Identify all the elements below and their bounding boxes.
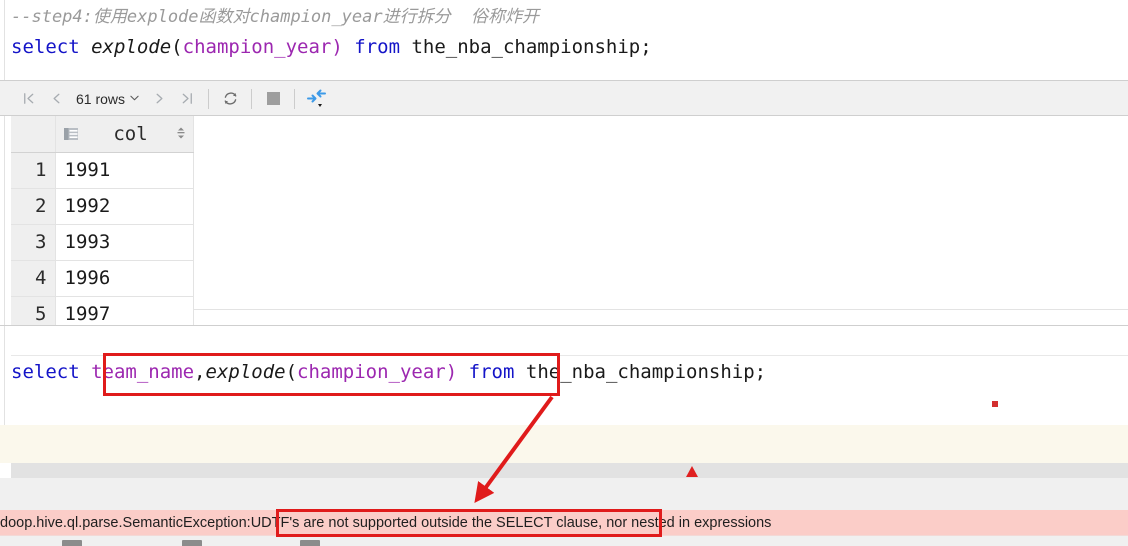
table-row[interactable]: 4 1996 <box>11 260 194 297</box>
error-text-highlighted: UDTF's are not supported outside the SEL… <box>250 514 603 531</box>
row-count-selector[interactable]: 61 rows <box>70 84 145 114</box>
space-2 <box>343 36 354 58</box>
result-toolbar: 61 rows <box>0 80 1128 116</box>
prev-page-icon[interactable] <box>42 84 70 114</box>
space-5 <box>457 361 468 383</box>
row-number-header <box>11 116 56 153</box>
next-page-icon[interactable] <box>145 84 173 114</box>
first-page-icon[interactable] <box>14 84 42 114</box>
cell-col[interactable]: 1993 <box>55 224 194 261</box>
console-gray-band <box>0 463 1128 478</box>
table-column-icon <box>63 126 80 142</box>
result-grid[interactable]: col 1 1991 2 1992 3 1993 4 1996 5 1997 <box>0 116 1128 325</box>
row-number: 5 <box>11 296 56 325</box>
column-header-label: col <box>113 122 148 145</box>
column-header-col[interactable]: col <box>55 116 194 153</box>
keyword-select-2: select <box>11 361 80 383</box>
paren-open-2: ( <box>285 361 298 383</box>
keyword-from: from <box>354 36 401 58</box>
transpose-icon[interactable] <box>302 84 332 114</box>
toolbar-separator-1 <box>208 88 210 109</box>
function-explode-2: explode <box>205 361 286 383</box>
sql-statement-line-2[interactable]: select team_name,explode(champion_year) … <box>11 361 766 383</box>
cell-col[interactable]: 1991 <box>55 152 194 189</box>
sql-editor-top[interactable]: --step4:使用explode函数对champion_year进行拆分 俗称… <box>0 0 1128 80</box>
toolbar-separator-3 <box>294 88 296 109</box>
table-row[interactable]: 5 1997 <box>11 296 194 325</box>
row-number: 3 <box>11 224 56 261</box>
error-message-bar[interactable]: doop.hive.ql.parse.SemanticException: UDT… <box>0 510 1128 535</box>
table-body: 1 1991 2 1992 3 1993 4 1996 5 1997 <box>11 152 194 325</box>
result-table: col 1 1991 2 1992 3 1993 4 1996 5 1997 <box>11 116 194 325</box>
error-caret-marker <box>686 466 698 477</box>
cell-col[interactable]: 1996 <box>55 260 194 297</box>
space-1 <box>80 36 91 58</box>
table-header-row: col <box>11 116 194 153</box>
comma-1: , <box>194 361 206 383</box>
row-count-label: 61 rows <box>76 90 126 107</box>
column-team-name: team_name <box>91 361 195 383</box>
column-champion-year-2: champion_year <box>297 361 446 383</box>
paren-close-2: ) <box>445 361 458 383</box>
editor-gutter-line-2 <box>4 326 5 425</box>
table-row[interactable]: 2 1992 <box>11 188 194 225</box>
taskbar-icon-1[interactable] <box>62 540 82 546</box>
space-4 <box>80 361 91 383</box>
taskbar-icon-2[interactable] <box>182 540 202 546</box>
row-number: 4 <box>11 260 56 297</box>
cell-col[interactable]: 1997 <box>55 296 194 325</box>
stop-icon[interactable] <box>259 84 287 114</box>
taskbar-strip <box>0 535 1128 546</box>
sql-comment-line: --step4:使用explode函数对champion_year进行拆分 俗称… <box>11 7 540 27</box>
chevron-down-icon <box>130 94 139 104</box>
space-6 <box>514 361 525 383</box>
row-number: 1 <box>11 152 56 189</box>
error-stripe-marker <box>992 401 998 407</box>
refresh-icon[interactable] <box>216 84 244 114</box>
grid-left-border <box>4 116 5 325</box>
last-page-icon[interactable] <box>173 84 201 114</box>
editor-top-rule <box>11 355 1128 356</box>
console-cream-band <box>0 425 1128 463</box>
space-3 <box>400 36 411 58</box>
error-text-suffix: nor nested in expressions <box>602 514 772 531</box>
sort-indicator-icon[interactable] <box>176 126 186 142</box>
function-explode: explode <box>91 36 172 58</box>
paren-close-1: ) <box>331 36 343 58</box>
sql-statement-line-1[interactable]: select explode(champion_year) from the_n… <box>11 36 652 58</box>
console-gray-band-gap <box>0 463 11 478</box>
column-champion-year-1: champion_year <box>182 36 332 58</box>
row-number: 2 <box>11 188 56 225</box>
editor-gutter-line <box>4 0 5 80</box>
table-name-1: the_nba_championship; <box>411 36 652 58</box>
grid-empty-area <box>194 116 1128 310</box>
table-row[interactable]: 3 1993 <box>11 224 194 261</box>
taskbar-icon-3[interactable] <box>300 540 320 546</box>
error-text-prefix: doop.hive.ql.parse.SemanticException: <box>0 514 251 531</box>
table-row[interactable]: 1 1991 <box>11 152 194 189</box>
keyword-from-2: from <box>468 361 515 383</box>
keyword-select: select <box>11 36 80 58</box>
paren-open-1: ( <box>171 36 183 58</box>
sql-ide-screenshot: --step4:使用explode函数对champion_year进行拆分 俗称… <box>0 0 1128 546</box>
cell-col[interactable]: 1992 <box>55 188 194 225</box>
table-name-2: the_nba_championship; <box>525 361 767 383</box>
console-light-band <box>0 478 1128 510</box>
toolbar-separator-2 <box>251 88 253 109</box>
